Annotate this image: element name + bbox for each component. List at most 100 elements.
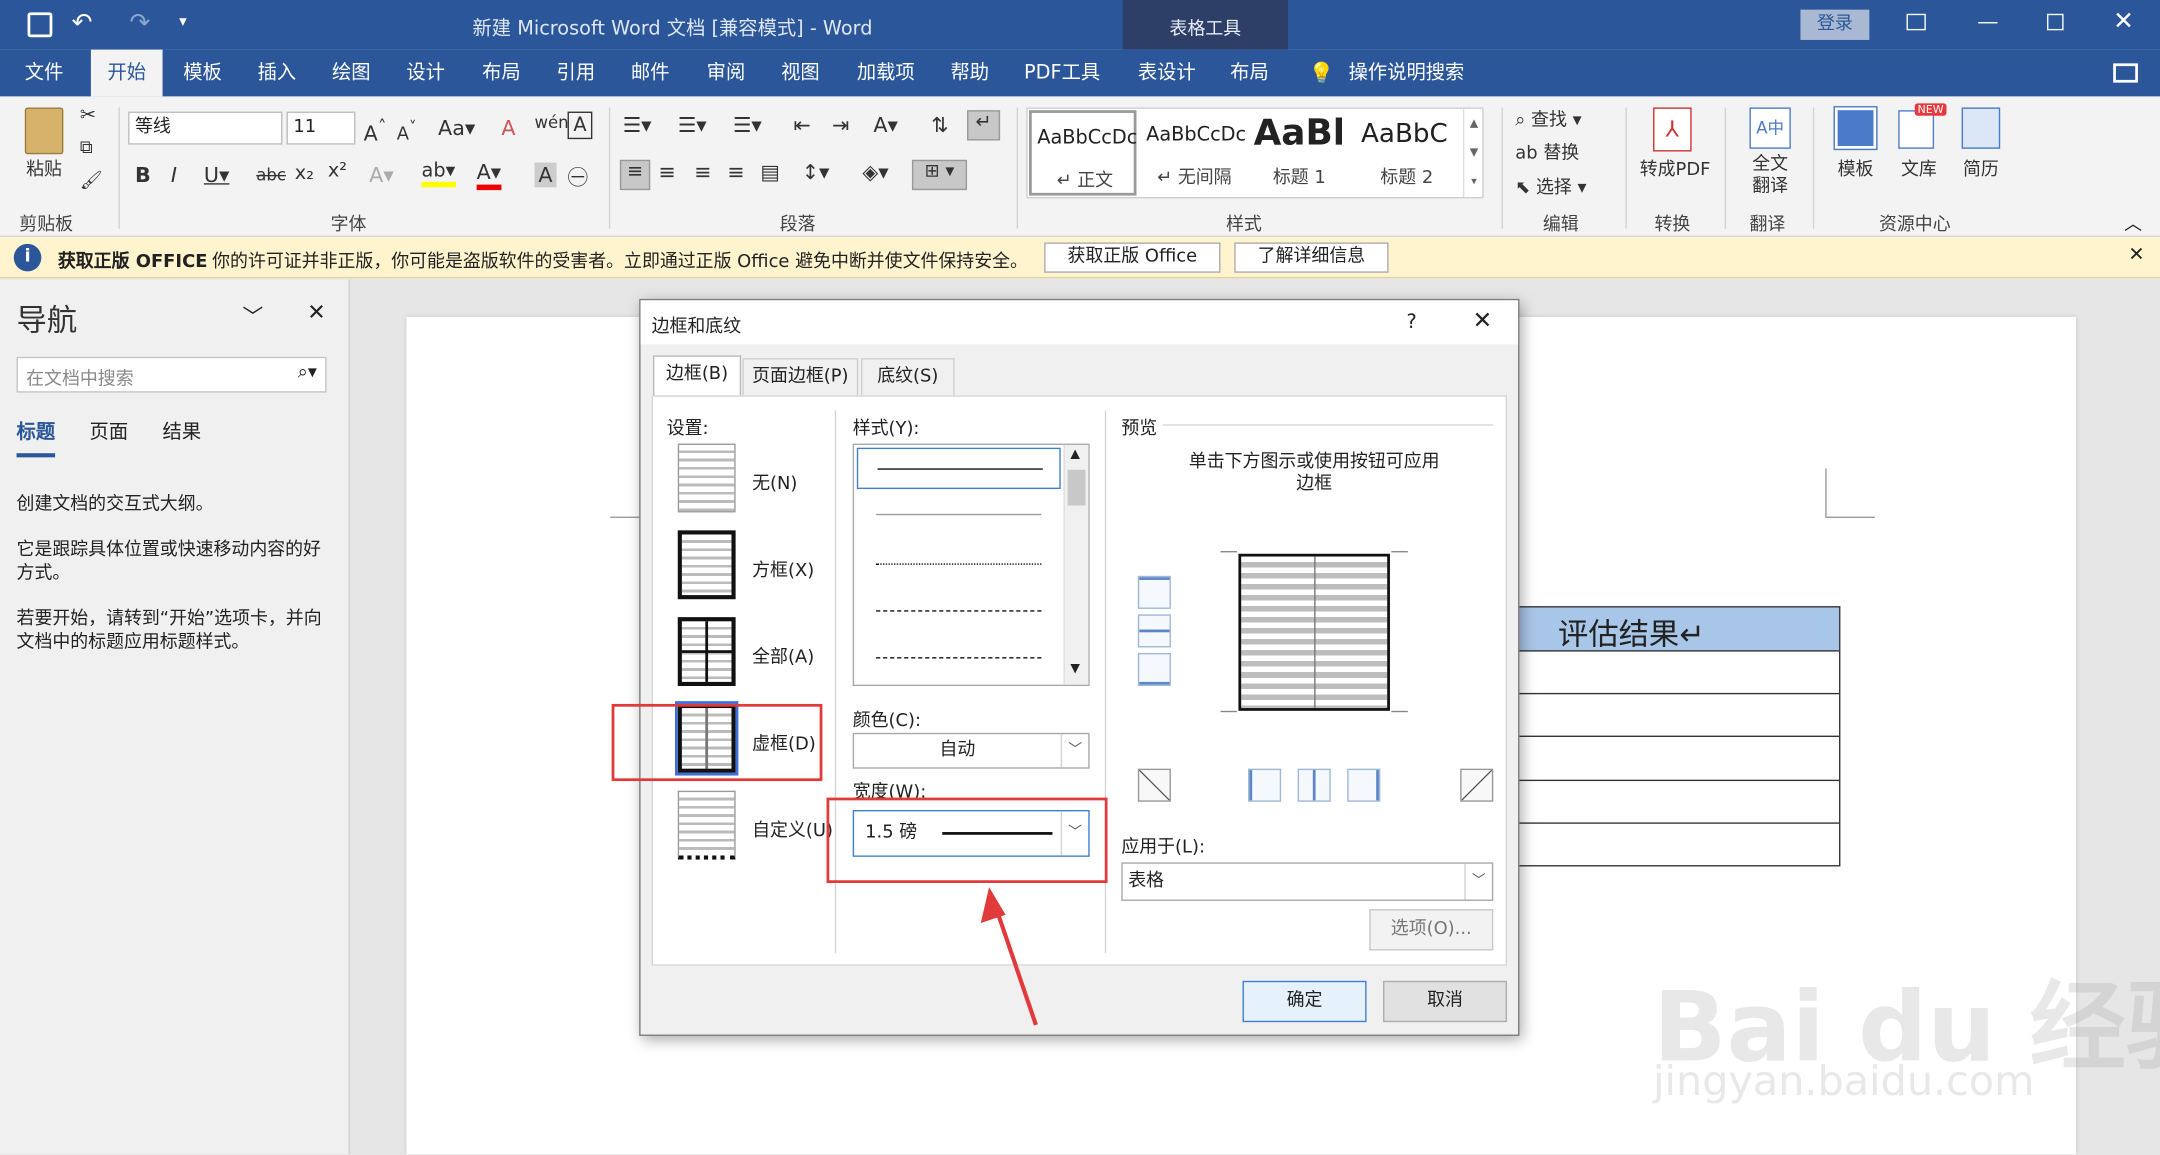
line-style-item[interactable] — [876, 610, 1042, 612]
nav-search-input[interactable]: 在文档中搜索 — [26, 364, 133, 390]
tab-page-border[interactable]: 页面边框(P) — [742, 358, 859, 396]
line-style-scrollbar[interactable]: ▲ ▼ — [1063, 444, 1089, 685]
wenku-button[interactable]: 文库 — [1897, 154, 1941, 181]
collapse-ribbon-icon[interactable]: ︿ — [2124, 209, 2142, 236]
select-button[interactable]: ⬉ 选择 ▾ — [1515, 172, 1586, 199]
get-genuine-button[interactable]: 获取正版 Office — [1044, 242, 1221, 273]
document-table[interactable]: 评估结果↵ — [1515, 606, 1841, 867]
tab-view[interactable]: 视图 — [771, 50, 829, 97]
tab-draw[interactable]: 绘图 — [322, 50, 380, 97]
dialog-close-icon[interactable]: ✕ — [1473, 307, 1493, 335]
shrink-font-icon[interactable]: A˅ — [397, 118, 417, 145]
table-row[interactable] — [1516, 735, 1840, 737]
shading-icon[interactable]: ◈▾ — [862, 160, 888, 185]
table-header-cell[interactable]: 评估结果↵ — [1516, 607, 1840, 653]
font-name-combo[interactable]: 等线 — [128, 111, 283, 145]
increase-indent-icon[interactable]: ⇥ — [832, 113, 849, 138]
tab-borders[interactable]: 边框(B) — [652, 355, 742, 397]
full-translate-button[interactable]: 全文 翻译 — [1744, 154, 1796, 198]
tab-template[interactable]: 模板 — [174, 50, 232, 97]
style-heading2[interactable]: AaBbC 标题 2 — [1356, 110, 1463, 195]
tab-file[interactable]: 文件 — [11, 50, 77, 97]
char-shading-icon[interactable]: A — [534, 162, 557, 188]
color-dropdown[interactable]: 自动 ﹀ — [852, 732, 1090, 769]
sort-icon[interactable]: ⇅ — [931, 113, 948, 138]
tab-layout[interactable]: 布局 — [473, 50, 531, 97]
setting-box-icon[interactable] — [677, 530, 736, 600]
customize-qat-icon[interactable]: ▾ — [179, 12, 187, 30]
styles-scroll[interactable]: ▲ ▼ ▾ — [1462, 108, 1484, 197]
justify-icon[interactable]: ≡ — [727, 160, 744, 185]
border-inner-v-button[interactable] — [1297, 768, 1331, 802]
setting-none-icon[interactable] — [677, 443, 736, 513]
comments-icon[interactable] — [2113, 63, 2138, 83]
undo-icon[interactable]: ↶ — [72, 8, 93, 37]
text-effects-icon[interactable]: A▾ — [369, 163, 394, 188]
setting-custom[interactable]: 自定义(U) — [752, 816, 833, 842]
table-row[interactable] — [1516, 692, 1840, 695]
minimize-icon[interactable] — [1978, 22, 1998, 24]
nav-search-icon[interactable]: ⌕▾ — [298, 362, 317, 383]
resume-button[interactable]: 简历 — [1959, 154, 2003, 181]
subscript-icon[interactable]: x₂ — [295, 163, 314, 185]
template-button[interactable]: 模板 — [1834, 154, 1878, 181]
border-left-button[interactable] — [1248, 768, 1282, 802]
tab-insert[interactable]: 插入 — [248, 50, 306, 97]
tab-shading[interactable]: 底纹(S) — [860, 358, 955, 396]
close-icon[interactable]: ✕ — [2113, 7, 2134, 36]
setting-all-icon[interactable] — [677, 617, 736, 687]
copy-icon[interactable]: ⧉ — [80, 138, 93, 159]
multilevel-icon[interactable]: ☰▾ — [733, 113, 762, 138]
tab-references[interactable]: 引用 — [547, 50, 605, 97]
grow-font-icon[interactable]: A˄ — [364, 116, 387, 146]
color-dropdown-arrow[interactable]: ﹀ — [1060, 734, 1089, 768]
replace-button[interactable]: ab 替换 — [1515, 138, 1579, 164]
to-pdf-button[interactable]: 转成PDF — [1639, 154, 1711, 181]
find-button[interactable]: ⌕ 查找 ▾ — [1515, 105, 1581, 131]
italic-icon[interactable]: I — [171, 163, 177, 188]
border-bottom-button[interactable] — [1137, 652, 1171, 687]
strikethrough-icon[interactable]: abc — [256, 165, 286, 184]
cut-icon[interactable]: ✂ — [80, 105, 96, 127]
line-style-item[interactable] — [876, 563, 1042, 565]
setting-custom-icon[interactable] — [677, 790, 736, 860]
nav-close-icon[interactable]: ✕ — [307, 299, 325, 325]
nav-options-icon[interactable]: ﹀ — [242, 302, 263, 331]
ok-button[interactable]: 确定 — [1242, 980, 1367, 1023]
line-style-item[interactable] — [876, 513, 1042, 516]
save-icon[interactable] — [27, 12, 53, 38]
tell-me-search[interactable]: 操作说明搜索 — [1344, 50, 1468, 97]
font-size-combo[interactable]: 11 — [286, 111, 356, 145]
border-diag-down-button[interactable] — [1460, 768, 1494, 802]
superscript-icon[interactable]: x² — [328, 160, 347, 182]
line-style-item[interactable] — [876, 657, 1042, 659]
restore-icon[interactable] — [2047, 13, 2064, 31]
align-right-icon[interactable]: ≡ — [694, 160, 711, 185]
paste-button[interactable]: 粘贴 — [19, 154, 69, 181]
change-case-icon[interactable]: Aa▾ — [438, 116, 475, 141]
preview-diagram[interactable] — [1238, 553, 1390, 711]
options-button[interactable]: 选项(O)... — [1369, 909, 1494, 951]
highlight-icon[interactable]: ab▾ — [421, 160, 456, 188]
tab-table-layout[interactable]: 布局 — [1221, 50, 1279, 97]
table-row[interactable] — [1516, 822, 1840, 824]
line-style-solid[interactable] — [856, 447, 1061, 490]
scroll-thumb[interactable] — [1067, 469, 1086, 506]
scroll-down-icon[interactable]: ▼ — [1070, 663, 1080, 677]
char-border-icon[interactable]: A — [567, 111, 593, 140]
border-inner-h-button[interactable] — [1137, 614, 1171, 648]
border-diag-up-button[interactable] — [1137, 768, 1171, 802]
border-right-button[interactable] — [1347, 768, 1381, 802]
redo-icon[interactable]: ↷ — [129, 8, 150, 37]
line-style-list[interactable]: ▲ ▼ — [852, 443, 1090, 687]
style-no-spacing[interactable]: AaBbCcDc ↵ 无间隔 — [1141, 110, 1248, 195]
line-spacing-icon[interactable]: ↕▾ — [802, 160, 830, 185]
ribbon-display-icon[interactable] — [1906, 13, 1926, 31]
tab-addins[interactable]: 加载项 — [849, 50, 923, 97]
asian-layout-icon[interactable]: A▾ — [873, 113, 898, 138]
distribute-icon[interactable]: ▤ — [760, 160, 780, 185]
underline-icon[interactable]: U▾ — [204, 163, 230, 188]
show-marks-icon[interactable]: ↵ — [967, 110, 1001, 141]
style-normal[interactable]: AaBbCcDc ↵ 正文 — [1029, 110, 1137, 196]
nav-tab-headings[interactable]: 标题 — [16, 417, 56, 458]
